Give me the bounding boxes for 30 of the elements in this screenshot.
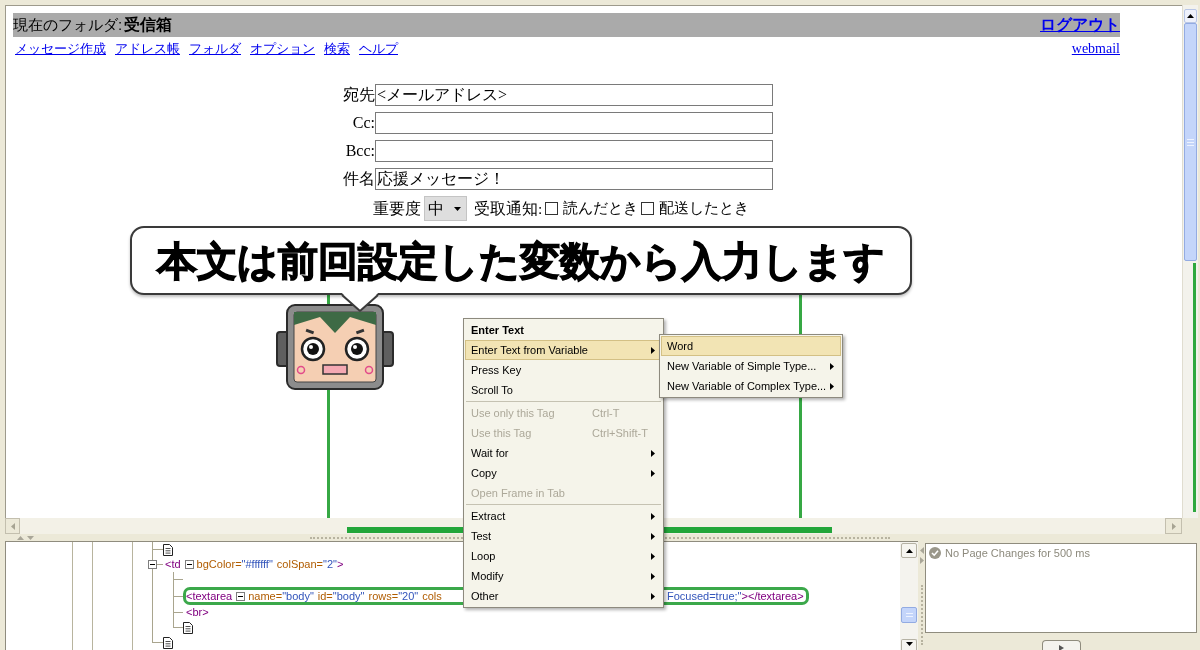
attribute-name: cols (422, 588, 442, 604)
priority-label: 重要度 (373, 198, 421, 219)
tag-name: ></textarea> (741, 588, 804, 604)
folder-label: 現在のフォルダ: (13, 15, 123, 35)
attribute-name: bgColor= (196, 557, 242, 573)
attribute-value: "body" (332, 588, 365, 604)
tag-name: <td (165, 557, 181, 573)
shortcut-label: Ctrl-T (592, 405, 621, 421)
checkbox-label: 読んだとき (563, 198, 639, 218)
attribute-name: id= (317, 588, 333, 604)
folder-name: 受信箱 (124, 15, 173, 35)
tag-name: <textarea (186, 588, 233, 604)
attribute-name: name= (248, 588, 283, 604)
checkbox-label: 配送したとき (659, 198, 750, 218)
field-label: 宛先 (343, 85, 375, 105)
attribute-value: "#ffffff" (241, 557, 273, 573)
status-message: No Page Changes for 500 ms (945, 547, 1090, 559)
attribute-value: "2" (323, 557, 337, 573)
attribute-name: rows= (368, 588, 399, 604)
attribute-value: "body" (282, 588, 314, 604)
shortcut-label: Ctrl+Shift-T (592, 425, 649, 441)
field-label: 件名 (343, 169, 375, 189)
attribute-value: Focused=true;" (667, 588, 742, 604)
attribute-value: "20" (398, 588, 419, 604)
tag-bracket: > (336, 557, 344, 573)
field-label: Cc: (352, 113, 375, 133)
tag-name: <br> (186, 605, 209, 621)
field-label: Bcc: (345, 141, 375, 161)
receipt-label: 受取通知: (474, 198, 543, 219)
attribute-name: colSpan= (276, 557, 324, 573)
